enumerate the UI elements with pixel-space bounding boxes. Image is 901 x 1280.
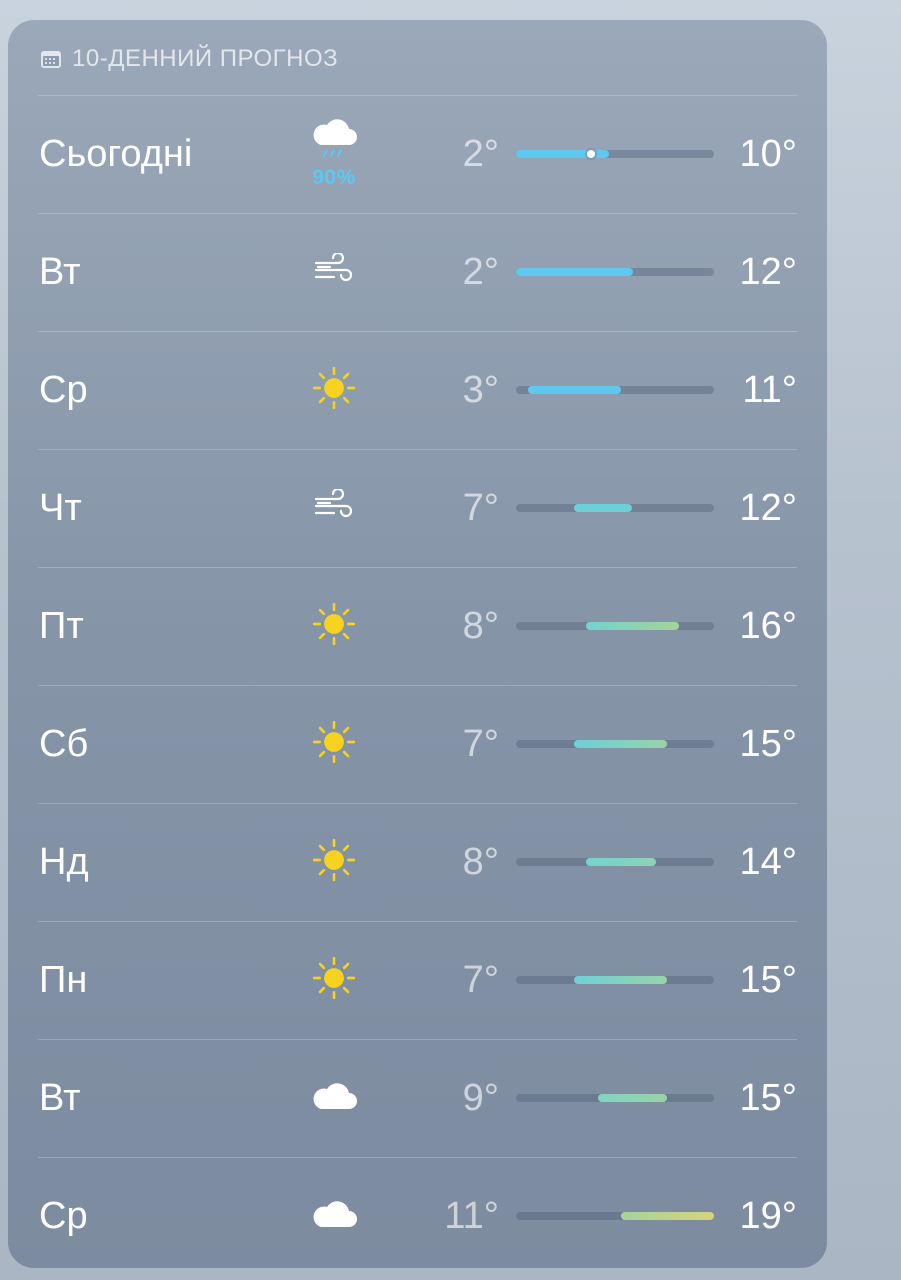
weather-icon-group xyxy=(294,332,374,449)
high-temp: 16° xyxy=(739,605,797,647)
temp-range-bar xyxy=(516,386,714,394)
low-temp: 7° xyxy=(462,723,499,765)
forecast-row[interactable]: Вт 9° 15° xyxy=(38,1039,797,1157)
temp-range-fill xyxy=(527,386,621,394)
day-label: Вт xyxy=(39,1077,81,1119)
temp-range-fill xyxy=(516,150,610,158)
current-temp-dot xyxy=(586,150,595,158)
forecast-row[interactable]: Ср 3° 11° xyxy=(38,331,797,449)
temp-range-bar xyxy=(516,150,714,158)
forecast-row[interactable]: Сьогодні 90% 2° 10° xyxy=(38,95,797,213)
forecast-row[interactable]: Пт 8° 16° xyxy=(38,567,797,685)
day-label: Сб xyxy=(39,723,89,765)
low-temp: 7° xyxy=(462,487,499,529)
low-temp: 11° xyxy=(444,1195,499,1237)
weather-icon-group: 90% xyxy=(294,96,374,213)
weather-icon-group xyxy=(294,1158,374,1268)
forecast-row[interactable]: Чт 7° 12° xyxy=(38,449,797,567)
forecast-row[interactable]: Пн 7° 15° xyxy=(38,921,797,1039)
weather-icon-group xyxy=(294,450,374,567)
high-temp: 12° xyxy=(739,487,797,529)
temp-range-fill xyxy=(516,268,633,276)
weather-icon-group xyxy=(294,1040,374,1157)
cloud-icon xyxy=(309,1197,359,1236)
day-label: Сьогодні xyxy=(39,133,193,175)
temp-range-fill xyxy=(585,858,656,866)
day-label: Пн xyxy=(39,959,88,1001)
precip-chance: 90% xyxy=(312,166,356,189)
weather-icon-group xyxy=(294,568,374,685)
sun-icon xyxy=(312,602,356,651)
low-temp: 2° xyxy=(462,251,499,293)
calendar-icon xyxy=(41,51,61,68)
high-temp: 11° xyxy=(742,369,797,411)
temp-range-bar xyxy=(516,740,714,748)
sun-icon xyxy=(312,838,356,887)
temp-range-fill xyxy=(574,976,668,984)
low-temp: 3° xyxy=(462,369,499,411)
wind-icon xyxy=(312,251,356,292)
forecast-row[interactable]: Сб 7° 15° xyxy=(38,685,797,803)
temp-range-bar xyxy=(516,1212,714,1220)
day-label: Нд xyxy=(39,841,89,883)
low-temp: 9° xyxy=(462,1077,499,1119)
ten-day-forecast-card: 10-ДЕННИЙ ПРОГНОЗ Сьогодні 90% 2° 10° Вт 2° 12… xyxy=(8,20,827,1268)
weather-icon-group xyxy=(294,214,374,331)
temp-range-fill xyxy=(585,622,680,630)
high-temp: 15° xyxy=(739,1077,797,1119)
temp-range-bar xyxy=(516,1094,714,1102)
temp-range-fill xyxy=(574,504,633,512)
day-label: Ср xyxy=(39,369,88,411)
high-temp: 15° xyxy=(739,959,797,1001)
weather-icon-group xyxy=(294,686,374,803)
forecast-title: 10-ДЕННИЙ ПРОГНОЗ xyxy=(72,45,339,72)
day-label: Ср xyxy=(39,1195,88,1237)
weather-icon-group xyxy=(294,804,374,921)
cloud-rain-icon xyxy=(309,119,359,168)
temp-range-bar xyxy=(516,858,714,866)
forecast-list: Сьогодні 90% 2° 10° Вт 2° 12° Ср 3° 11° Чт 7° 12° Пт 8… xyxy=(38,95,797,1268)
temp-range-fill xyxy=(574,740,668,748)
temp-range-bar xyxy=(516,268,714,276)
low-temp: 8° xyxy=(462,605,499,647)
high-temp: 12° xyxy=(739,251,797,293)
temp-range-bar xyxy=(516,504,714,512)
wind-icon xyxy=(312,487,356,528)
day-label: Чт xyxy=(39,487,82,529)
weather-icon-group xyxy=(294,922,374,1039)
day-label: Вт xyxy=(39,251,81,293)
temp-range-fill xyxy=(597,1094,668,1102)
sun-icon xyxy=(312,720,356,769)
low-temp: 8° xyxy=(462,841,499,883)
forecast-row[interactable]: Ср 11° 19° xyxy=(38,1157,797,1268)
forecast-row[interactable]: Вт 2° 12° xyxy=(38,213,797,331)
temp-range-bar xyxy=(516,622,714,630)
high-temp: 15° xyxy=(739,723,797,765)
high-temp: 14° xyxy=(739,841,797,883)
forecast-row[interactable]: Нд 8° 14° xyxy=(38,803,797,921)
temp-range-bar xyxy=(516,976,714,984)
sun-icon xyxy=(312,956,356,1005)
temp-range-fill xyxy=(620,1212,714,1220)
forecast-header: 10-ДЕННИЙ ПРОГНОЗ xyxy=(40,44,338,74)
cloud-icon xyxy=(309,1079,359,1118)
high-temp: 10° xyxy=(739,133,797,175)
low-temp: 2° xyxy=(462,133,499,175)
sun-icon xyxy=(312,366,356,415)
low-temp: 7° xyxy=(462,959,499,1001)
day-label: Пт xyxy=(39,605,84,647)
high-temp: 19° xyxy=(739,1195,797,1237)
